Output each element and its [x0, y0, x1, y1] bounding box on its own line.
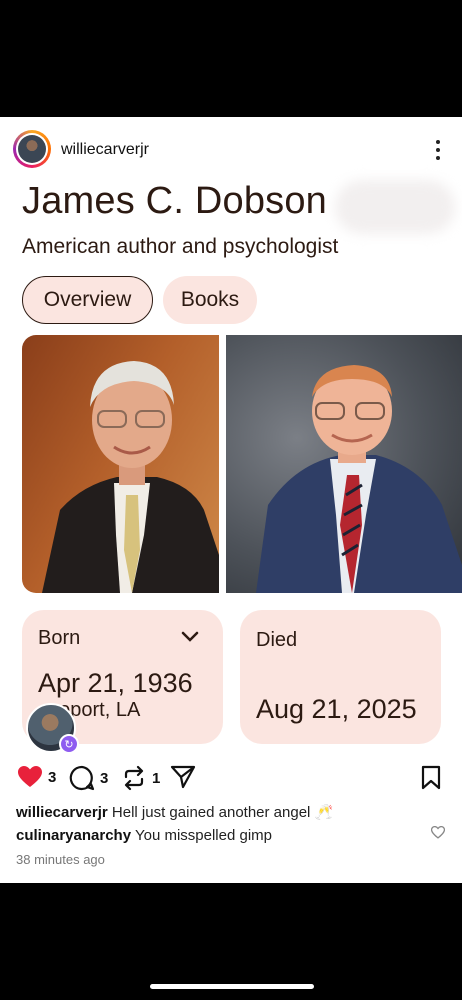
repost-badge-icon: ↻ — [59, 734, 79, 754]
bookmark-button[interactable] — [420, 765, 442, 791]
like-button[interactable]: 3 — [17, 765, 56, 789]
tab-overview[interactable]: Overview — [22, 276, 153, 324]
died-date: Aug 21, 2025 — [256, 694, 417, 724]
home-indicator[interactable] — [150, 984, 314, 989]
comment-text: You misspelled gimp — [134, 827, 272, 844]
repost-count: 1 — [152, 769, 161, 787]
born-label: Born — [38, 627, 81, 649]
share-button[interactable] — [170, 765, 196, 789]
comment-1: williecarverjr Hell just gained another … — [16, 803, 333, 821]
person-photo-1 — [22, 335, 219, 593]
tab-books[interactable]: Books — [163, 276, 257, 324]
born-date: Apr 21, 1936 — [38, 668, 193, 698]
died-label: Died — [256, 629, 298, 651]
comment-user[interactable]: williecarverjr — [16, 804, 108, 821]
repost-button[interactable]: 1 — [121, 765, 160, 791]
heart-icon — [18, 766, 42, 787]
bookmark-icon — [421, 765, 441, 790]
send-icon — [170, 765, 196, 789]
post-card: williecarverjr James C. Dobson American … — [0, 117, 462, 883]
comment-2: culinaryanarchy You misspelled gimp — [16, 827, 272, 844]
post-timestamp: 38 minutes ago — [16, 852, 105, 867]
comment-button[interactable]: 3 — [69, 765, 108, 791]
comment-like-icon[interactable] — [431, 826, 445, 839]
repost-icon — [124, 765, 144, 791]
person-name: James C. Dobson — [22, 180, 328, 222]
comment-count: 3 — [100, 769, 109, 787]
user-avatar[interactable] — [13, 130, 51, 168]
like-count: 3 — [48, 768, 57, 786]
person-photo-2 — [226, 335, 462, 593]
blurred-area — [335, 180, 455, 234]
died-card: Died Aug 21, 2025 — [240, 610, 441, 744]
comment-icon — [69, 765, 95, 791]
comment-user[interactable]: culinaryanarchy — [16, 827, 131, 844]
person-description: American author and psychologist — [22, 235, 339, 258]
comment-text: Hell just gained another angel 🥂 — [111, 804, 334, 821]
more-options-icon[interactable] — [430, 138, 446, 160]
chevron-down-icon[interactable] — [181, 631, 199, 643]
post-username[interactable]: williecarverjr — [61, 141, 149, 159]
